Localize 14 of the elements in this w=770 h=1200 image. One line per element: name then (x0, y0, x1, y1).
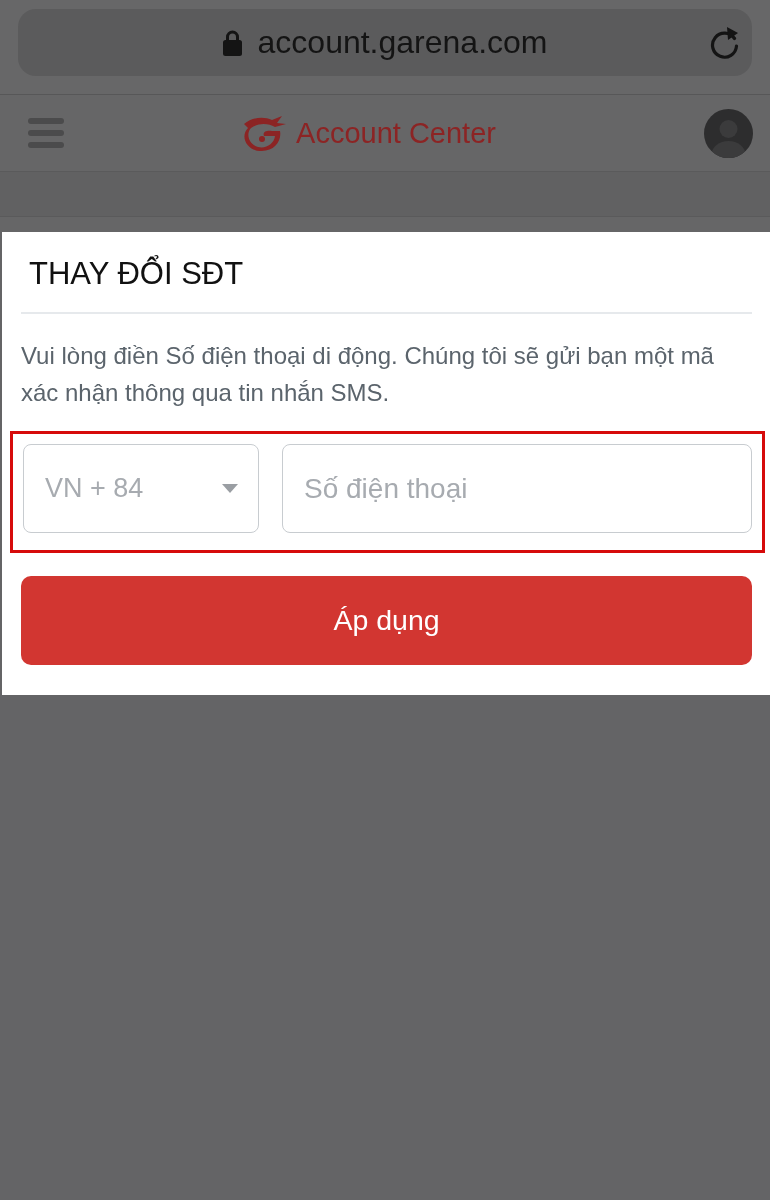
address-bar[interactable]: account.garena.com (18, 9, 752, 76)
lock-icon (222, 29, 242, 56)
phone-input-field[interactable]: Số điện thoại (282, 444, 752, 533)
site-title: Account Center (296, 116, 496, 150)
logo-icon (242, 114, 287, 152)
reload-icon[interactable] (710, 26, 740, 59)
url-text: account.garena.com (257, 24, 548, 61)
dialog-title: THAY ĐỔI SĐT (21, 232, 752, 314)
menu-icon[interactable] (28, 118, 64, 148)
dialog-message: Vui lòng điền Số điện thoại di động. Chúng tôi sẽ gửi bạn một mã xác nhận thông qua tin nhắn SMS. (21, 341, 715, 408)
user-avatar-icon[interactable] (704, 108, 753, 158)
caret-icon (222, 484, 238, 493)
apply-button[interactable]: Áp dụng (21, 576, 752, 665)
country-code-select[interactable]: VN + 84 (23, 444, 259, 533)
